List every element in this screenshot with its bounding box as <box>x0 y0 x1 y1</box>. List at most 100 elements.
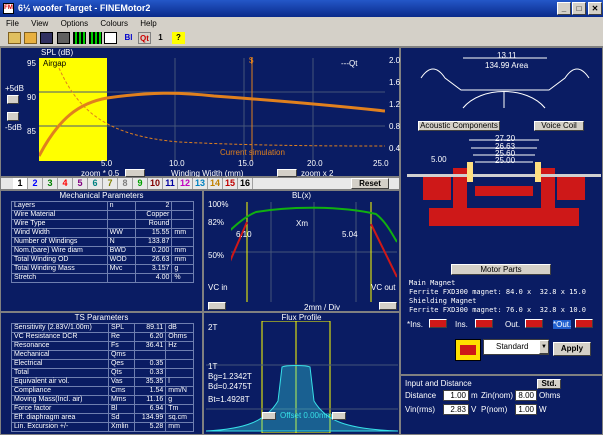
out-button[interactable] <box>525 319 543 328</box>
ts-row-cell: Qms <box>107 350 136 360</box>
tab-14[interactable]: 14 <box>208 178 223 189</box>
ts-row-cell <box>165 359 194 369</box>
tab-9[interactable]: 9 <box>133 178 148 189</box>
ins-star-button[interactable] <box>429 319 447 328</box>
mechanical-title: Mechanical Parameters <box>59 191 144 200</box>
menu-view[interactable]: View <box>31 19 48 28</box>
qt-icon[interactable]: Qt <box>138 32 151 44</box>
mechanical-row-cell: mm <box>171 228 194 238</box>
print-icon[interactable] <box>57 32 70 44</box>
center-magnet <box>475 186 533 196</box>
minus5db-button[interactable] <box>7 112 19 121</box>
motor-parts-button[interactable]: Motor Parts <box>451 264 551 275</box>
mechanical-row-cell[interactable]: Round <box>135 219 173 229</box>
mechanical-row-cell[interactable]: Copper <box>135 210 173 220</box>
mechanical-row-cell: Number of Windings <box>11 237 108 247</box>
mechanical-row-cell: Mvc <box>106 264 137 274</box>
plus5db-button[interactable] <box>7 95 19 104</box>
acoustic-components-button[interactable]: Acoustic Components <box>418 121 500 131</box>
minimize-button[interactable]: _ <box>557 2 571 15</box>
ts-row-cell[interactable]: 35.35 <box>134 377 167 387</box>
help-icon[interactable]: ? <box>172 32 185 44</box>
ts-row-cell[interactable]: 36.41 <box>134 341 167 351</box>
tab-10[interactable]: 10 <box>148 178 163 189</box>
offset-left-button[interactable] <box>262 412 276 420</box>
ts-row-cell: Xmlin <box>107 422 136 432</box>
mechanical-row: Layers n 2 <box>11 201 194 211</box>
ts-row-cell: Re <box>107 332 136 342</box>
save-icon[interactable] <box>40 32 53 44</box>
grid2-icon[interactable] <box>89 32 102 44</box>
mechanical-row: Number of Windings N 133.87 <box>11 237 194 247</box>
one-icon[interactable]: 1 <box>154 32 167 44</box>
ts-row-cell: sq.cm <box>165 413 194 423</box>
tab-5[interactable]: 5 <box>73 178 88 189</box>
ts-row-cell[interactable] <box>134 350 167 360</box>
maximize-button[interactable]: □ <box>572 2 586 15</box>
apply-button[interactable]: Apply <box>553 342 591 356</box>
blx-panel: BL(x) 100% 82% 50% 6.10 5.04 Xm VC in VC… <box>203 190 400 312</box>
tab-2[interactable]: 2 <box>28 178 43 189</box>
out-star-button[interactable] <box>575 319 593 328</box>
tab-11[interactable]: 11 <box>163 178 178 189</box>
mechanical-row: Total Winding Mass Mvc 3.157 g <box>11 264 194 274</box>
tab-3[interactable]: 3 <box>43 178 58 189</box>
mechanical-row-cell <box>106 273 137 283</box>
blx-left-button[interactable] <box>208 302 226 310</box>
mechanical-row-cell[interactable]: 2 <box>135 201 173 211</box>
mechanical-row-cell[interactable]: 133.87 <box>135 237 173 247</box>
zoom-half-button[interactable] <box>125 169 145 177</box>
offset-right-button[interactable] <box>332 412 346 420</box>
zin-input[interactable]: 8.00 <box>515 390 537 401</box>
tab-8[interactable]: 8 <box>118 178 133 189</box>
bl-icon[interactable]: Bl <box>122 32 135 44</box>
open-icon[interactable] <box>8 32 21 44</box>
mechanical-row-cell[interactable]: 3.157 <box>135 264 173 274</box>
input-title: Input and Distance <box>405 379 472 388</box>
close-button[interactable]: ✕ <box>588 2 602 15</box>
ins-button[interactable] <box>475 319 493 328</box>
grid-icon[interactable] <box>73 32 86 44</box>
vin-input[interactable]: 2.83 <box>443 404 469 415</box>
ts-row-cell[interactable]: 1.54 <box>134 386 167 396</box>
tab-16[interactable]: 16 <box>238 178 253 189</box>
std-button[interactable]: Std. <box>537 379 561 389</box>
folder-icon[interactable] <box>24 32 37 44</box>
tab-7[interactable]: 7 <box>103 178 118 189</box>
ts-row-cell[interactable]: 0.33 <box>134 368 167 378</box>
distance-input[interactable]: 1.00 <box>443 390 469 401</box>
mechanical-row-cell[interactable]: 15.55 <box>135 228 173 238</box>
mechanical-row-cell[interactable]: 26.63 <box>135 255 173 265</box>
ts-row-cell: Sensitivity (2.83V/1.00m) <box>11 323 109 333</box>
chevron-down-icon[interactable]: ▼ <box>539 340 549 354</box>
ts-row-cell[interactable]: 11.16 <box>134 395 167 405</box>
tab-13[interactable]: 13 <box>193 178 208 189</box>
mechanical-row-cell[interactable]: 4.00 <box>135 273 173 283</box>
tab-15[interactable]: 15 <box>223 178 238 189</box>
ts-row-cell[interactable]: 89.11 <box>134 323 167 333</box>
tab-12[interactable]: 12 <box>178 178 193 189</box>
tab-4[interactable]: 4 <box>58 178 73 189</box>
tab-6[interactable]: 6 <box>88 178 103 189</box>
menu-file[interactable]: File <box>6 19 19 28</box>
menu-colours[interactable]: Colours <box>100 19 128 28</box>
mechanical-table: Layers n 2 Wire Material Copper Wire Type Roun… <box>11 201 194 283</box>
zoom-double-button[interactable] <box>277 169 297 177</box>
div-label: 2mm / Div <box>304 303 340 312</box>
blx-right-button[interactable] <box>379 302 397 310</box>
voice-coil-button[interactable]: Voice Coil <box>534 121 584 131</box>
ts-row-cell[interactable]: 6.20 <box>134 332 167 342</box>
reset-button[interactable]: Reset <box>351 178 389 189</box>
ts-row-cell[interactable]: 0.35 <box>134 359 167 369</box>
xm-label: Xm <box>296 219 308 228</box>
copy-icon[interactable] <box>104 32 117 44</box>
menu-help[interactable]: Help <box>140 19 156 28</box>
menu-options[interactable]: Options <box>61 19 89 28</box>
left-excursion-label: 6.10 <box>236 230 252 239</box>
ts-row-cell[interactable]: 5.28 <box>134 422 167 432</box>
pnom-input[interactable]: 1.00 <box>515 404 537 415</box>
ts-row-cell[interactable]: 134.99 <box>134 413 167 423</box>
mechanical-row-cell[interactable]: 0.200 <box>135 246 173 256</box>
ts-row-cell[interactable]: 6.94 <box>134 404 167 414</box>
tab-1[interactable]: 1 <box>13 178 28 189</box>
